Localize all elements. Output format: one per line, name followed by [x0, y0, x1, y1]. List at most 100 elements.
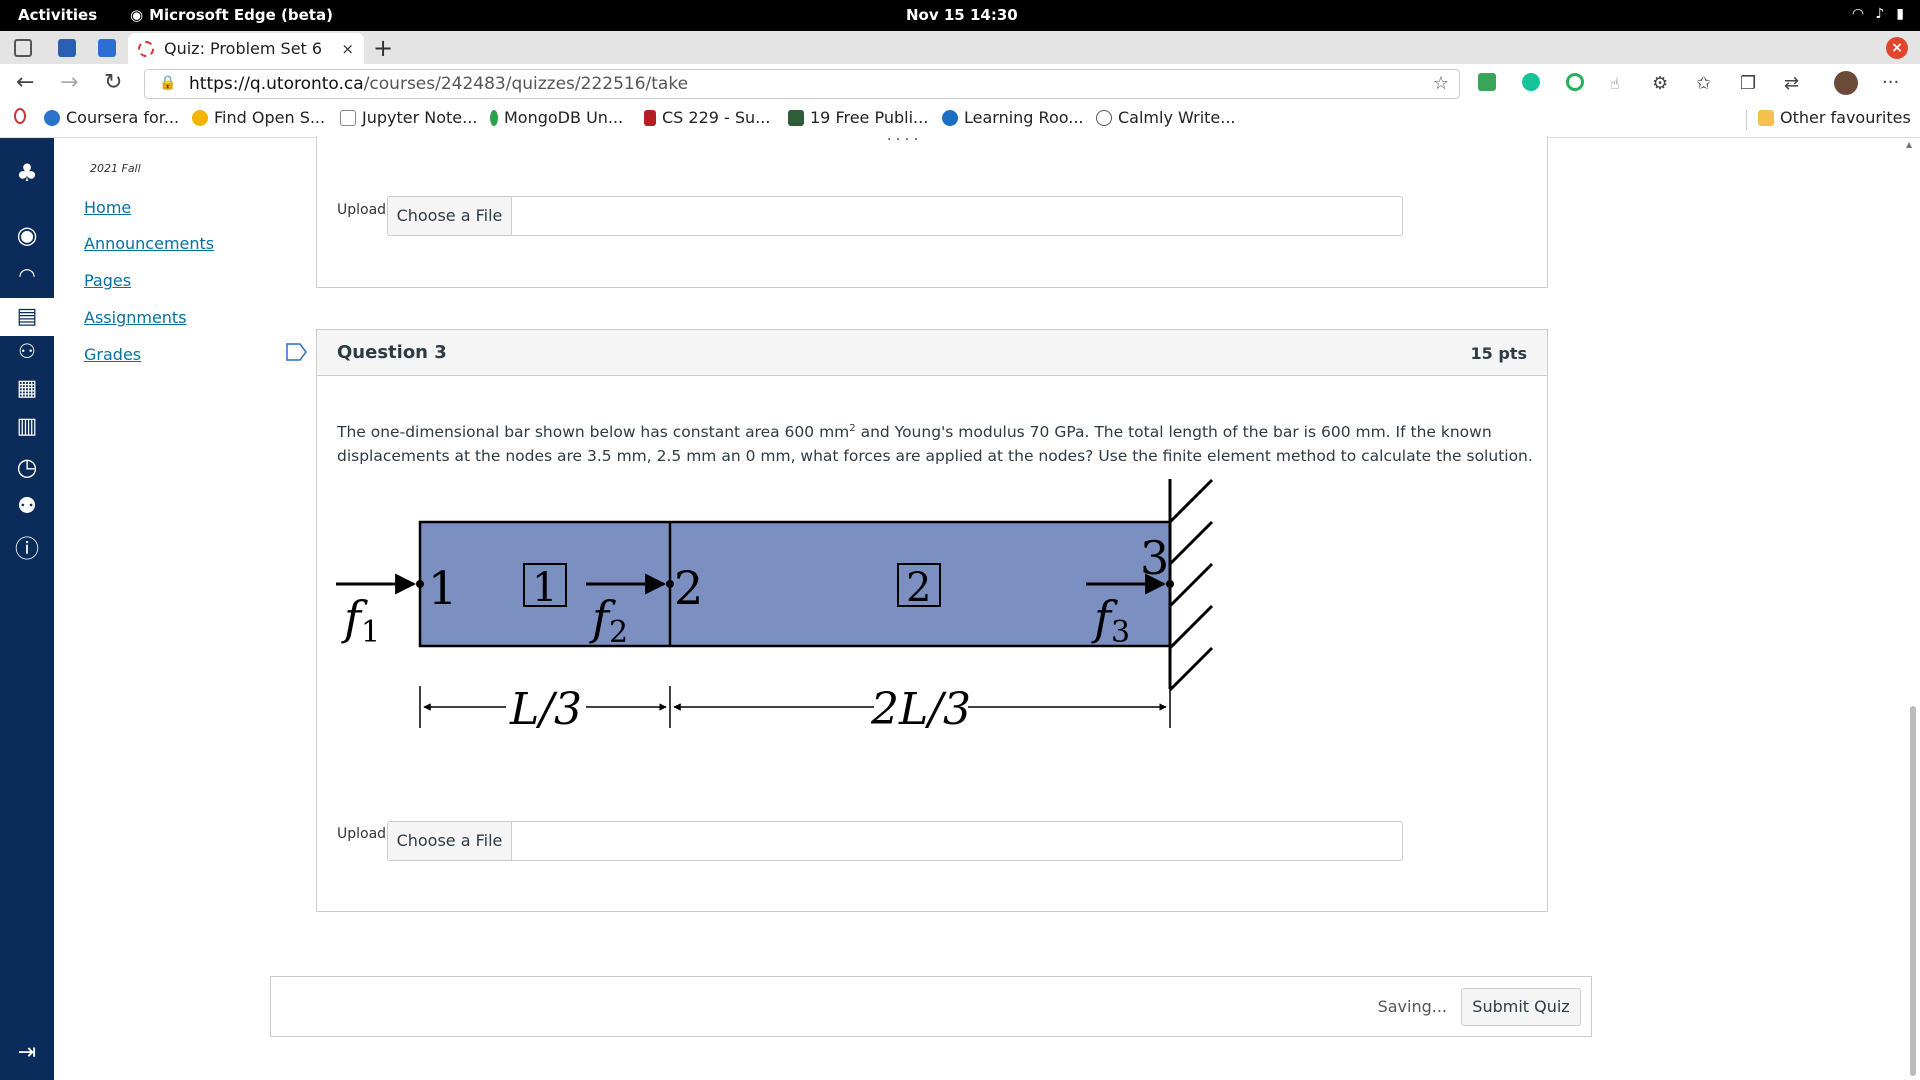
wifi-icon: ◠: [1852, 6, 1864, 22]
extension-mail-icon[interactable]: [1478, 73, 1496, 91]
volume-icon: ♪: [1875, 6, 1885, 22]
bar-diagram: 1 2 3 1 2 f1 f2 f3 L/3 2L/3: [336, 478, 1214, 734]
question-points: 15 pts: [1470, 344, 1527, 363]
bookmark-label: CS 229 - Su...: [662, 108, 771, 127]
tab-bar: Quiz: Problem Set 6 × + ×: [0, 31, 1920, 64]
refresh-icon[interactable]: ↻: [104, 70, 122, 95]
clock[interactable]: Nov 15 14:30: [906, 6, 1018, 24]
activities-button[interactable]: Activities: [18, 6, 97, 24]
forward-icon[interactable]: →: [60, 70, 78, 95]
force-label-1: f1: [341, 591, 380, 650]
university-logo-icon[interactable]: ♣: [12, 158, 42, 188]
emoji-icon: [192, 109, 208, 126]
favorite-add-icon[interactable]: ☆: [1433, 73, 1449, 94]
file-upload-field[interactable]: Choose a File: [387, 196, 1403, 236]
scroll-up-icon[interactable]: ▲: [1906, 140, 1912, 149]
info-icon: [942, 109, 958, 126]
tab-close-icon[interactable]: ×: [341, 40, 354, 58]
element-label-2: 2: [906, 565, 931, 611]
dim-label-right: 2L/3: [870, 684, 971, 734]
history-icon[interactable]: ◷: [12, 452, 42, 482]
wall-hatching: [1168, 478, 1214, 692]
bookmark-coursera[interactable]: Coursera for...: [44, 108, 179, 127]
grammarly-icon[interactable]: [1522, 73, 1540, 91]
extensions-puzzle-icon[interactable]: ⚙: [1652, 73, 1668, 94]
tab-actions-icon[interactable]: [14, 39, 32, 57]
bookmark-label: Jupyter Note...: [362, 108, 478, 127]
bookmark-label: Calmly Write...: [1118, 108, 1236, 127]
scrollbar-thumb[interactable]: [1910, 706, 1916, 1076]
address-bar[interactable]: 🔒 https://q.utoronto.ca/courses/242483/q…: [144, 69, 1460, 99]
more-menu-icon[interactable]: ···: [1882, 72, 1899, 93]
stanford-icon: [644, 109, 656, 126]
bookmark-cs229[interactable]: CS 229 - Su...: [644, 108, 770, 127]
groups-icon[interactable]: ⚇: [12, 336, 42, 366]
flag-question-icon[interactable]: [286, 343, 308, 361]
commons-icon[interactable]: ⚉: [12, 492, 42, 522]
dashboard-icon[interactable]: ◠: [12, 260, 42, 290]
system-tray[interactable]: ◠ ♪ ▮: [1853, 6, 1904, 22]
bookmark-label: Learning Roo...: [964, 108, 1084, 127]
cropped-text: . . . .: [887, 128, 919, 144]
collapse-nav-icon[interactable]: ⇥: [12, 1038, 42, 1068]
extension-check-icon[interactable]: [1566, 73, 1584, 91]
question-text-a: The one-dimensional bar shown below has …: [337, 423, 850, 442]
question-2-card: . . . . Upload Choose a File: [316, 128, 1548, 288]
question-header: Question 3 15 pts: [317, 330, 1547, 376]
extension-mouse-icon[interactable]: ☝: [1610, 74, 1620, 93]
bookmarks-bar: Coursera for... Find Open S... Jupyter N…: [0, 104, 1920, 138]
inbox-icon[interactable]: ▥: [12, 412, 42, 442]
new-tab-button[interactable]: +: [373, 34, 393, 62]
bookmark-lastpass[interactable]: [14, 108, 26, 124]
bookmark-mongodb[interactable]: MongoDB Un...: [490, 108, 623, 127]
bookmark-jupyter[interactable]: Jupyter Note...: [340, 108, 477, 127]
account-icon[interactable]: ◉: [12, 220, 42, 250]
word-tab-icon[interactable]: [58, 39, 76, 57]
node-label-1: 1: [428, 561, 457, 615]
lastpass-icon: [14, 108, 26, 124]
global-navigation: ♣ ◉ ◠ ▤ ⚇ ▦ ▥ ◷ ⚉ ⓘ ⇥: [0, 138, 54, 1080]
file-upload-field[interactable]: Choose a File: [387, 821, 1403, 861]
course-term: 2021 Fall: [90, 162, 141, 175]
tab-active[interactable]: Quiz: Problem Set 6 ×: [128, 33, 364, 64]
app-menu[interactable]: ◉ Microsoft Edge (beta): [130, 6, 333, 24]
folder-icon: [1758, 109, 1774, 126]
lock-icon: 🔒: [159, 75, 177, 91]
submit-quiz-button[interactable]: Submit Quiz: [1461, 988, 1581, 1026]
course-nav-assignments[interactable]: Assignments: [84, 308, 187, 327]
quiz-footer: Saving... Submit Quiz: [270, 976, 1592, 1037]
node-label-2: 2: [674, 561, 703, 615]
bookmarks-divider: [1746, 110, 1747, 130]
collections-icon[interactable]: ❐: [1740, 73, 1756, 94]
saving-status: Saving...: [1377, 997, 1447, 1016]
dollar-icon: [788, 109, 804, 126]
course-nav-pages[interactable]: Pages: [84, 271, 131, 290]
back-icon[interactable]: ←: [16, 70, 34, 95]
courses-icon[interactable]: ▤: [12, 302, 42, 332]
other-favourites[interactable]: Other favourites: [1758, 108, 1911, 127]
window-close-icon[interactable]: ×: [1886, 37, 1908, 59]
share-icon[interactable]: ⇄: [1784, 73, 1799, 94]
url-host: https://q.utoronto.ca: [189, 74, 364, 94]
bookmark-find-open[interactable]: Find Open S...: [192, 108, 325, 127]
course-nav-announcements[interactable]: Announcements: [84, 234, 214, 253]
calendar-icon[interactable]: ▦: [12, 374, 42, 404]
favorites-icon[interactable]: ✩: [1696, 73, 1711, 94]
node-2: [666, 580, 674, 588]
bookmark-free-publi[interactable]: 19 Free Publi...: [788, 108, 928, 127]
help-icon[interactable]: ⓘ: [12, 534, 42, 564]
profile-avatar[interactable]: [1834, 71, 1858, 95]
bookmark-label: 19 Free Publi...: [810, 108, 929, 127]
course-nav-home[interactable]: Home: [84, 198, 131, 217]
question-text: The one-dimensional bar shown below has …: [337, 417, 1537, 468]
bookmark-label: MongoDB Un...: [504, 108, 624, 127]
bookmark-calmly[interactable]: Calmly Write...: [1096, 108, 1236, 127]
bookmark-learning-room[interactable]: Learning Roo...: [942, 108, 1084, 127]
question-title: Question 3: [337, 342, 447, 363]
pinned-tab-icon[interactable]: [98, 39, 116, 57]
choose-file-button[interactable]: Choose a File: [388, 197, 512, 235]
dim-label-left: L/3: [509, 684, 582, 734]
choose-file-button[interactable]: Choose a File: [388, 822, 512, 860]
calmly-icon: [1096, 109, 1112, 126]
course-nav-grades[interactable]: Grades: [84, 345, 141, 364]
